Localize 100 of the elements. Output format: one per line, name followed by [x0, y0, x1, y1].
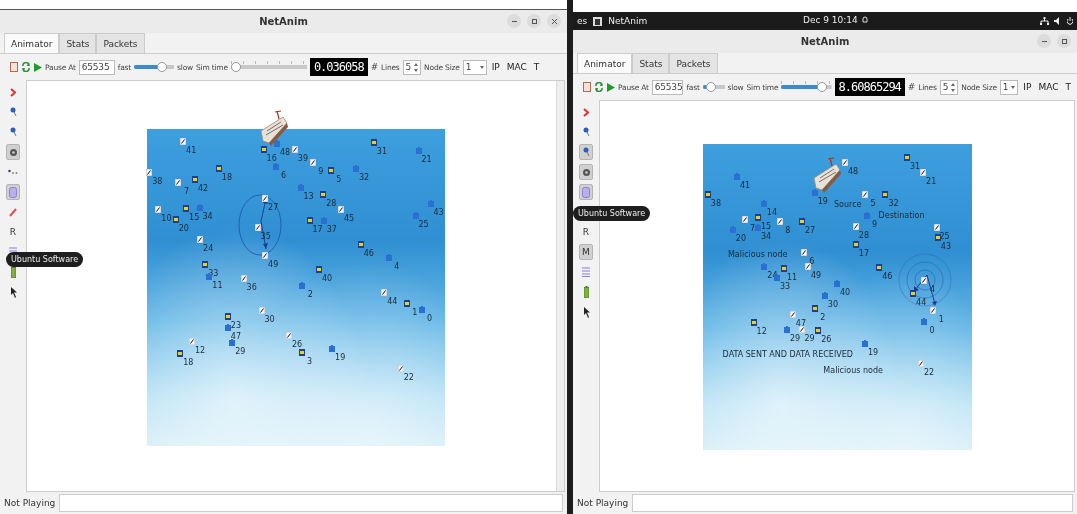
node-label: 9 — [872, 221, 878, 230]
node-label: 28 — [326, 200, 337, 209]
node-label: 45 — [344, 215, 355, 223]
annotation-text: DATA SENT AND DATA RECEIVED — [722, 350, 853, 359]
node-label: 16 — [266, 155, 277, 164]
window-title: NetAnim — [259, 16, 308, 27]
status-text: Not Playing — [4, 498, 56, 508]
node-label: 17 — [312, 226, 323, 235]
node-label: 27 — [268, 204, 279, 213]
node-label: 1 — [412, 308, 418, 317]
node-label: 41 — [739, 181, 751, 190]
node-label: 35 — [260, 232, 271, 241]
node-label: 10 — [161, 215, 172, 223]
node-label: 20 — [735, 234, 747, 243]
node-label: 12 — [756, 328, 767, 337]
node-label: 7 — [750, 224, 756, 233]
annotation-text: Malicious node — [727, 250, 788, 259]
panel-text: es — [577, 16, 588, 26]
node-label: 5 — [336, 176, 342, 185]
node-label: 25 — [418, 220, 429, 229]
node-label: 19 — [335, 354, 346, 363]
node-label: 22 — [923, 368, 935, 377]
node-label: 29 — [789, 334, 801, 343]
node-label: 24 — [203, 245, 214, 254]
node-label: 49 — [268, 261, 279, 270]
node-label: 21 — [421, 155, 432, 164]
node-label: 38 — [152, 177, 163, 186]
node-label: 38 — [710, 199, 722, 208]
node-label: 32 — [888, 199, 899, 208]
node-label: 6 — [809, 258, 815, 267]
node-label: 34 — [760, 233, 772, 242]
node-label: 26 — [821, 335, 832, 344]
node-label: 11 — [786, 274, 798, 282]
node-label: 0 — [929, 327, 935, 336]
node-label: 40 — [322, 275, 333, 284]
node-label: 33 — [780, 282, 791, 291]
node-label: 20 — [178, 224, 189, 233]
node-label: 32 — [358, 174, 370, 183]
node-label: 19 — [867, 348, 879, 357]
node-label: 44 — [916, 298, 927, 307]
node-label: 41 — [186, 147, 197, 156]
node-label: 2 — [820, 313, 826, 322]
node-label: 0 — [427, 314, 433, 323]
node-label: 18 — [221, 173, 233, 182]
node-label: 15 — [760, 223, 772, 232]
node-label: 4 — [394, 262, 400, 271]
node-label: 4 — [929, 286, 936, 295]
status-text: Not Playing — [577, 498, 629, 508]
node-label: 27 — [805, 227, 816, 236]
annotation-text: Destination — [878, 211, 925, 220]
node-label: 43 — [940, 243, 952, 252]
node-label: 48 — [279, 148, 291, 157]
node-label: 21 — [926, 177, 937, 186]
node-label: 36 — [246, 283, 257, 292]
node-label: 30 — [827, 301, 839, 310]
window-title: NetAnim — [800, 36, 850, 47]
tooltip: Ubuntu Software — [573, 206, 651, 221]
node-label: 14 — [766, 209, 777, 218]
node-label: 28 — [858, 231, 869, 240]
node-label: 49 — [810, 272, 822, 281]
node-label: 25 — [939, 233, 950, 241]
annotation-text: Malicious node — [823, 367, 883, 376]
node-label: 40 — [839, 288, 851, 297]
node-label: 17 — [858, 249, 869, 258]
node-label: 29 — [235, 347, 246, 356]
node-label: 47 — [795, 319, 807, 328]
node-label: 34 — [202, 212, 213, 221]
node-label: 1 — [938, 315, 944, 324]
hash-label: # — [907, 82, 916, 92]
node-label: 18 — [183, 358, 194, 367]
node-label: 46 — [882, 273, 893, 282]
node-label: 26 — [291, 341, 303, 350]
node-label: 12 — [195, 346, 206, 355]
node-label: 11 — [212, 281, 223, 290]
node-label: 43 — [433, 209, 444, 218]
node-label: 5 — [870, 199, 876, 208]
node-label: 29 — [804, 334, 815, 343]
node-label: 31 — [909, 162, 921, 171]
annotation-text: Source — [834, 201, 862, 210]
node-label: 13 — [303, 193, 314, 202]
node-label: 19 — [817, 198, 828, 207]
node-label: 6 — [281, 171, 287, 180]
node-label: 46 — [363, 250, 374, 259]
node-label: 30 — [264, 315, 275, 324]
node-label: 8 — [785, 226, 791, 235]
node-label: 47 — [230, 332, 241, 341]
hash-label: # — [370, 62, 379, 72]
node-label: 42 — [198, 185, 209, 194]
node-label: 48 — [848, 167, 859, 176]
tooltip: Ubuntu Software — [6, 252, 84, 267]
node-label: 31 — [376, 148, 387, 157]
time-display: 0.036058 — [309, 58, 368, 76]
node-label: 15 — [189, 213, 200, 222]
node-label: 7 — [183, 188, 189, 197]
node-label: 9 — [318, 167, 324, 176]
node-label: 3 — [306, 358, 313, 366]
node-label: 39 — [297, 155, 309, 164]
node-label: 23 — [230, 322, 241, 331]
node-label: 37 — [326, 225, 337, 234]
time-display: 8.60865294 — [834, 78, 905, 96]
